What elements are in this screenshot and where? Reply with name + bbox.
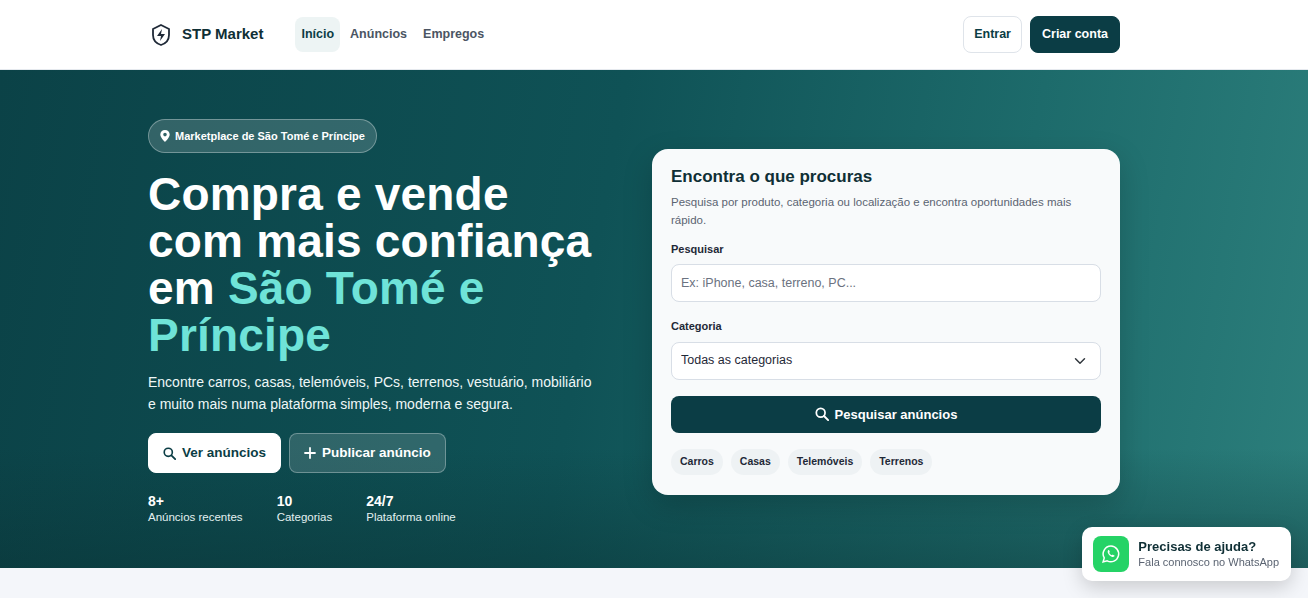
hero-stats: 8+Anúncios recentes 10Categorias 24/7Plata… — [148, 489, 620, 525]
stat-item: 24/7Plataforma online — [366, 493, 456, 525]
hero-content: Marketplace de São Tomé e Príncipe Compr… — [148, 119, 620, 526]
stat-item: 8+Anúncios recentes — [148, 493, 243, 525]
category-chip[interactable]: Telemóveis — [788, 449, 862, 475]
button-label[interactable]: Ver anúncios — [182, 443, 266, 463]
hero-title: Compra e vendecom mais confiançaem São T… — [148, 171, 620, 359]
category-chip[interactable]: Terrenos — [870, 449, 932, 475]
search-subtitle: Pesquisa por produto, categoria ou local… — [671, 193, 1101, 229]
category-select[interactable]: Todas as categorias — [671, 342, 1101, 380]
stat-label: Plataforma online — [366, 509, 456, 525]
category-chips: Carros Casas Telemóveis Terrenos — [671, 449, 1101, 475]
publish-listing-button[interactable]: Publicar anúncio — [289, 433, 446, 473]
search-card: Encontra o que procuras Pesquisa por pro… — [652, 149, 1120, 494]
signup-button[interactable]: Criar conta — [1030, 16, 1120, 53]
whatsapp-icon[interactable] — [1093, 536, 1129, 572]
stat-value: 8+ — [148, 493, 243, 509]
title-highlight: Príncipe — [148, 309, 331, 361]
title-line: em São Tomé e — [148, 265, 620, 312]
view-listings-button[interactable]: Ver anúncios — [148, 433, 281, 473]
badge-text: Marketplace de São Tomé e Príncipe — [175, 128, 365, 145]
title-text: com mais confiança — [148, 215, 591, 267]
search-icon — [163, 447, 176, 460]
nav-link[interactable]: Anúncios — [344, 17, 413, 52]
logo-icon — [148, 22, 174, 48]
help-title[interactable]: Precisas de ajuda? — [1138, 539, 1279, 555]
search-input[interactable] — [671, 264, 1101, 302]
search-title: Encontra o que procuras — [671, 167, 1101, 187]
search-icon — [815, 407, 829, 421]
pin-icon — [160, 130, 170, 142]
search-button-label[interactable]: Pesquisar anúncios — [835, 405, 958, 425]
category-chip[interactable]: Casas — [731, 449, 780, 475]
location-badge: Marketplace de São Tomé e Príncipe — [148, 119, 377, 154]
stat-label: Categorias — [277, 509, 333, 525]
stat-label: Anúncios recentes — [148, 509, 243, 525]
stat-item: 10Categorias — [277, 493, 333, 525]
title-line: com mais confiança — [148, 218, 620, 265]
main-nav: InícioAnúnciosEmpregos — [295, 17, 490, 52]
nav-link[interactable]: Empregos — [417, 17, 490, 52]
title-highlight: São Tomé e — [228, 262, 485, 314]
hero-section: Marketplace de São Tomé e Príncipe Compr… — [0, 70, 1308, 568]
brand-link[interactable]: STP Market — [148, 22, 263, 48]
stat-value: 24/7 — [366, 493, 456, 509]
category-chip[interactable]: Carros — [671, 449, 723, 475]
login-button[interactable]: Entrar — [963, 16, 1022, 53]
plus-icon — [304, 447, 316, 459]
title-text: Compra e vende — [148, 168, 509, 220]
title-line: Compra e vende — [148, 171, 620, 218]
help-subtitle[interactable]: Fala connosco no WhatsApp — [1138, 555, 1279, 569]
hero-description: Encontre carros, casas, telemóveis, PCs,… — [148, 371, 603, 415]
hero-buttons: Ver anúncios Publicar anúncio — [148, 433, 620, 473]
button-label[interactable]: Publicar anúncio — [322, 443, 431, 463]
query-label: Pesquisar — [671, 241, 1101, 258]
title-text: em — [148, 262, 228, 314]
category-label: Categoria — [671, 318, 1101, 335]
whatsapp-help[interactable]: Precisas de ajuda? Fala connosco no What… — [1082, 527, 1291, 581]
search-button[interactable]: Pesquisar anúncios — [671, 396, 1101, 433]
title-line: Príncipe — [148, 312, 620, 359]
nav-link[interactable]: Início — [295, 17, 340, 52]
brand-name[interactable]: STP Market — [182, 23, 263, 46]
stat-value: 10 — [277, 493, 333, 509]
top-navbar: STP Market InícioAnúnciosEmpregos Entrar… — [0, 0, 1308, 70]
